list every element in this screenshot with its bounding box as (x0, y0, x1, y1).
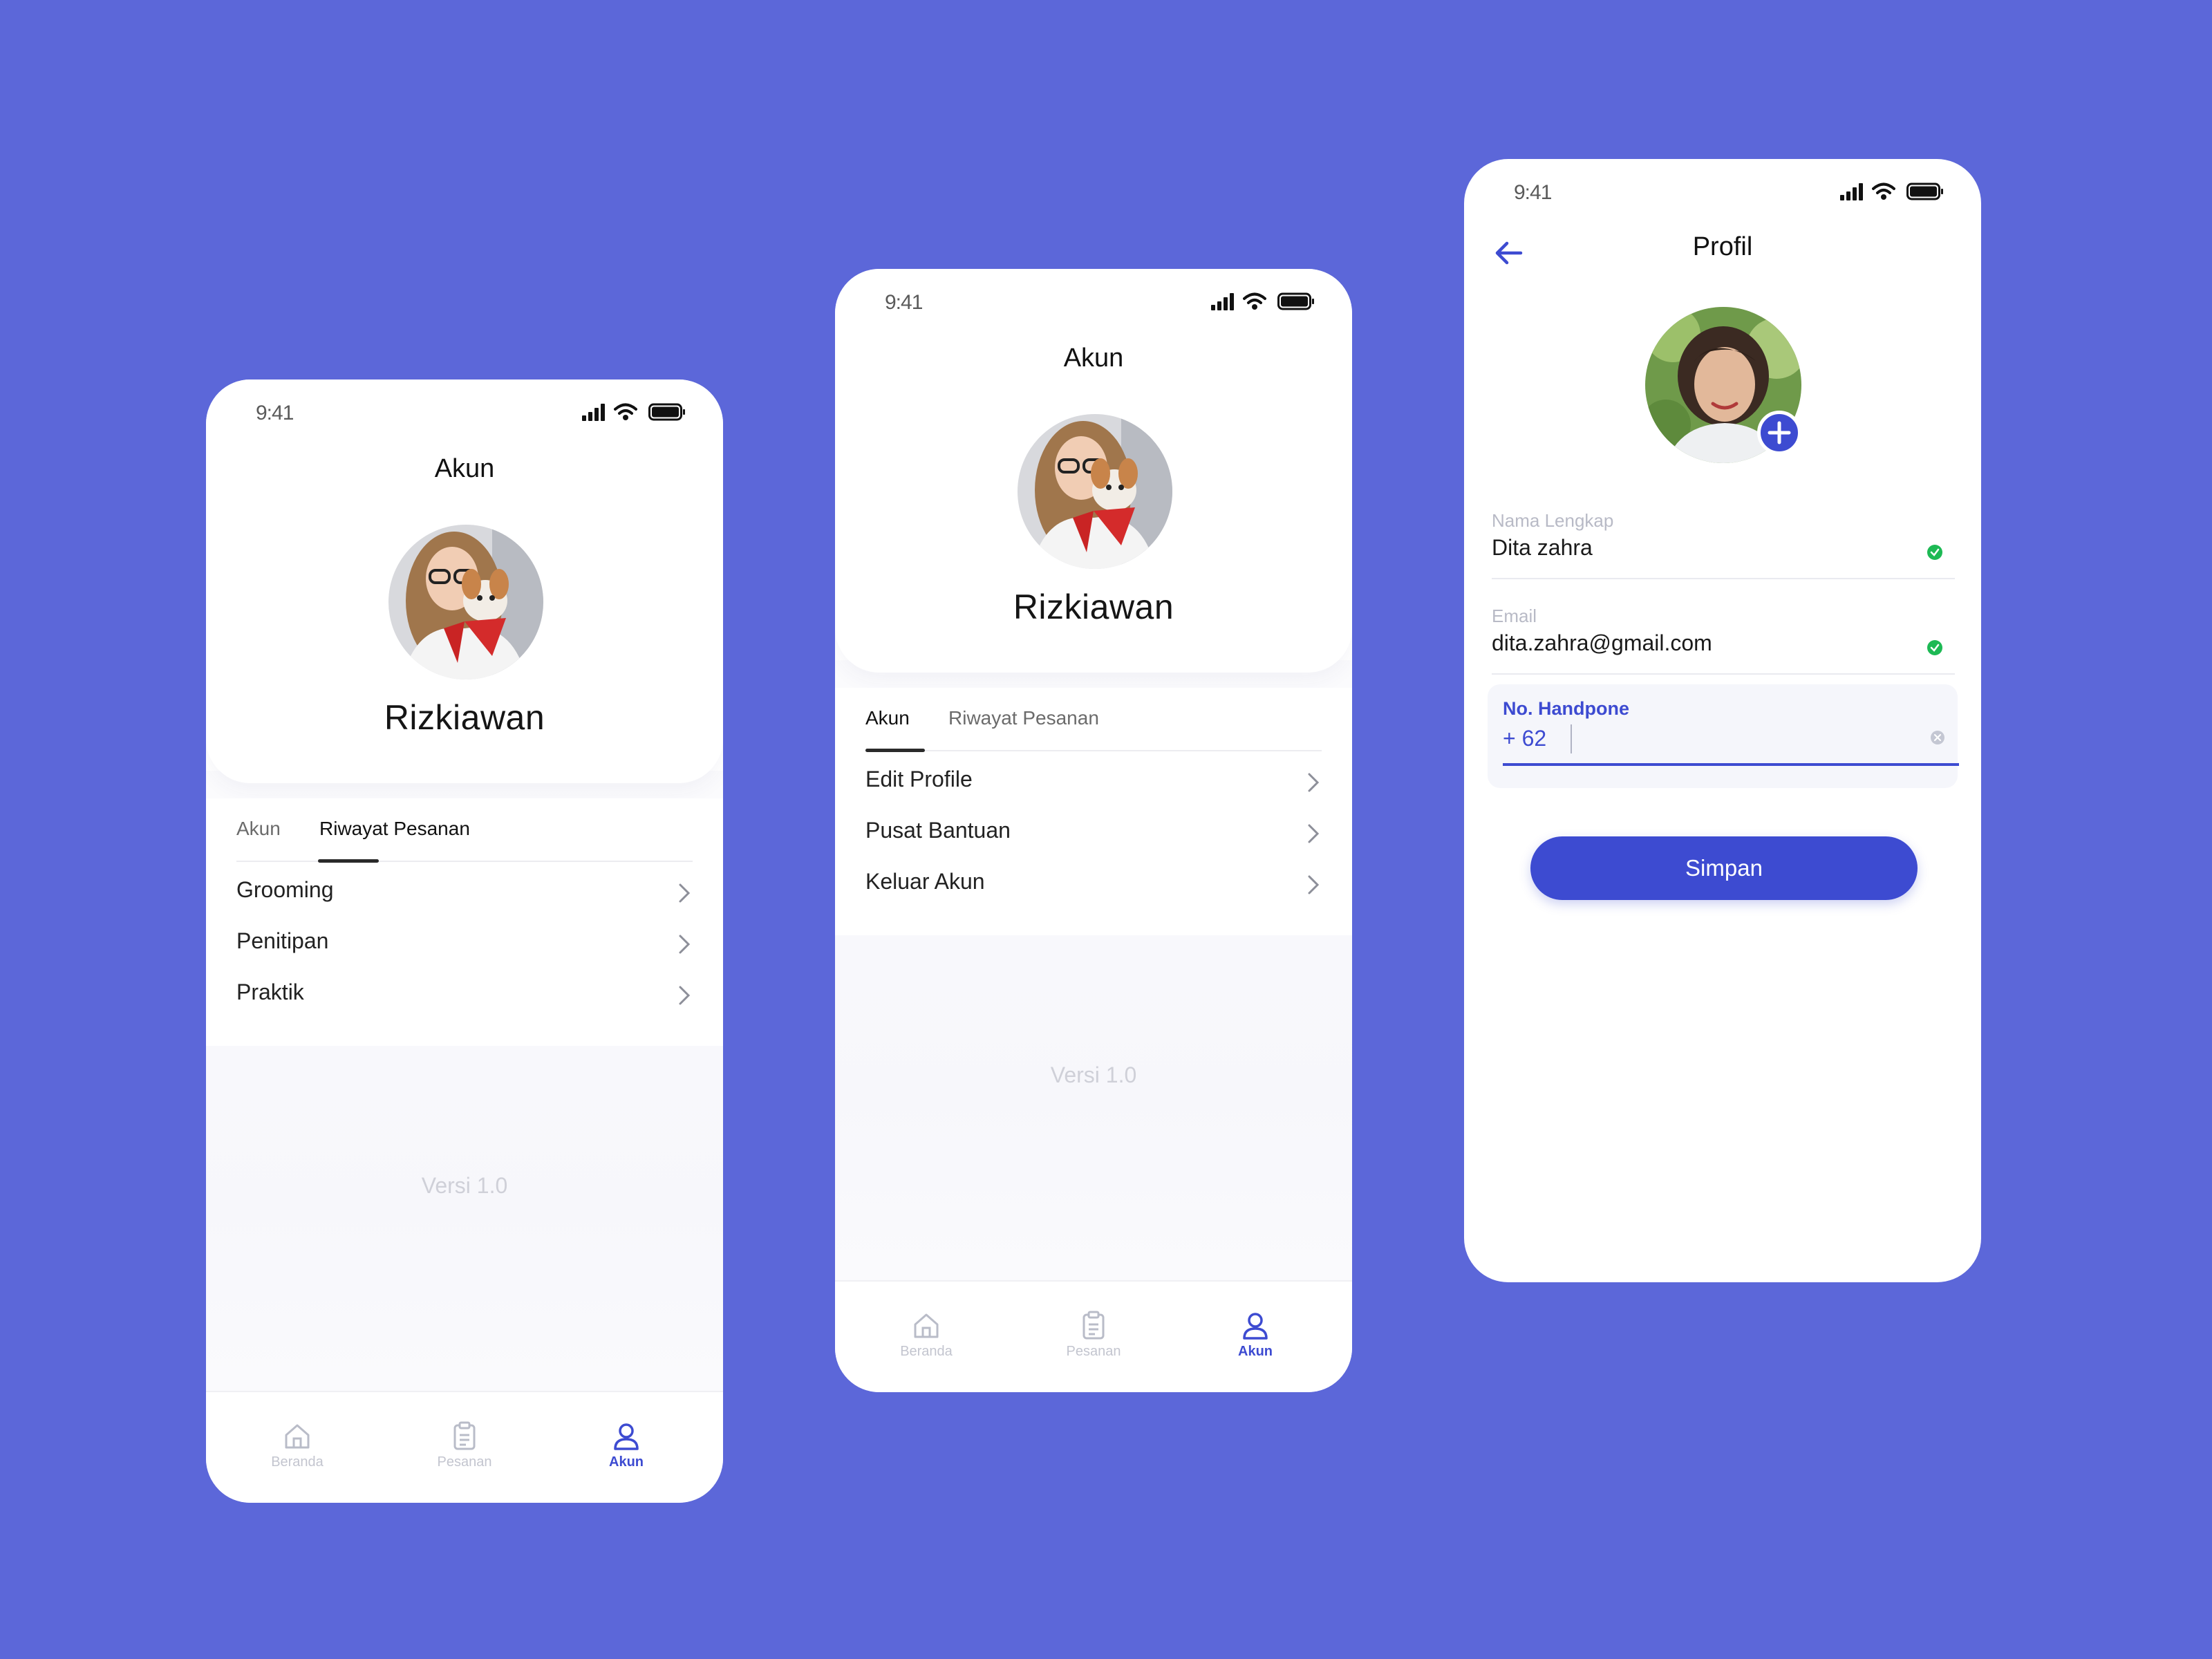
nav-pesanan[interactable]: Pesanan (1045, 1311, 1142, 1360)
nav-beranda[interactable]: Beranda (249, 1421, 346, 1470)
signal-icon (582, 404, 605, 421)
status-time: 9:41 (1514, 181, 1552, 204)
menu-item-label: Edit Profile (865, 767, 973, 791)
add-photo-button[interactable] (1757, 411, 1801, 455)
avatar (1018, 414, 1172, 569)
user-icon (614, 1423, 639, 1450)
profile-header: 9:41 Akun Rizkiawan (206, 379, 723, 783)
phone-field[interactable]: No. Handpone + 62 (1488, 684, 1959, 788)
field-label: Nama Lengkap (1492, 510, 1614, 531)
plus-icon (1768, 421, 1791, 444)
nav-akun[interactable]: Akun (1207, 1311, 1304, 1360)
avatar-photo (1018, 414, 1172, 569)
menu-item-label: Pusat Bantuan (865, 818, 1011, 843)
chevron-right-icon (679, 935, 691, 954)
tab-riwayat-pesanan[interactable]: Riwayat Pesanan (319, 818, 470, 840)
account-screen: 9:41 Akun Rizkiawan Akun Riwayat Pesanan… (835, 269, 1352, 1392)
email-field[interactable]: Email dita.zahra@gmail.com (1492, 606, 1955, 675)
wifi-icon (614, 403, 637, 420)
clipboard-icon (1082, 1311, 1105, 1340)
home-icon (914, 1313, 939, 1338)
tab-akun[interactable]: Akun (236, 818, 281, 840)
full-name-field[interactable]: Nama Lengkap Dita zahra (1492, 510, 1955, 579)
bottom-nav: Beranda Pesanan Akun (835, 1280, 1352, 1392)
clear-icon[interactable] (1930, 730, 1945, 745)
check-icon (1927, 640, 1942, 655)
clipboard-icon (453, 1421, 476, 1450)
save-button[interactable]: Simpan (1530, 836, 1918, 900)
chevron-right-icon (679, 883, 691, 903)
tab-akun[interactable]: Akun (865, 707, 910, 729)
wifi-icon (1872, 182, 1895, 200)
nav-label: Akun (609, 1454, 644, 1470)
field-divider (1492, 578, 1955, 579)
menu-item-label: Praktik (236, 980, 304, 1004)
active-tab-indicator (318, 859, 379, 863)
menu-item-label: Penitipan (236, 928, 329, 953)
menu-item-keluar-akun[interactable]: Keluar Akun (865, 859, 1322, 909)
signal-icon (1840, 183, 1863, 200)
account-menu: Akun Riwayat Pesanan Edit Profile Pusat … (835, 688, 1352, 935)
page-title: Akun (1063, 344, 1124, 373)
status-time: 9:41 (256, 402, 294, 424)
field-focus-underline (1503, 763, 1959, 766)
nav-label: Beranda (900, 1344, 953, 1359)
menu-item-label: Keluar Akun (865, 869, 985, 894)
field-label: Email (1492, 606, 1537, 626)
email-input[interactable]: dita.zahra@gmail.com (1492, 630, 1712, 656)
tab-riwayat-pesanan[interactable]: Riwayat Pesanan (948, 707, 1099, 729)
menu-item-label: Grooming (236, 877, 334, 902)
chevron-right-icon (1308, 875, 1320, 894)
text-cursor (1571, 724, 1572, 753)
account-history-screen: 9:41 Akun Rizkiawan Akun Riwayat Pesanan… (206, 379, 723, 1503)
nav-label: Pesanan (437, 1454, 492, 1470)
tab-bar: Akun Riwayat Pesanan (865, 688, 1322, 752)
nav-label: Pesanan (1066, 1344, 1121, 1359)
field-divider (1492, 673, 1955, 675)
wifi-icon (1243, 292, 1266, 310)
menu-item-grooming[interactable]: Grooming (236, 868, 693, 917)
menu-item-pusat-bantuan[interactable]: Pusat Bantuan (865, 808, 1322, 858)
chevron-right-icon (679, 986, 691, 1005)
page-title: Profil (1692, 232, 1753, 261)
nav-akun[interactable]: Akun (578, 1421, 675, 1470)
nav-pesanan[interactable]: Pesanan (416, 1421, 513, 1470)
app-version: Versi 1.0 (1050, 1062, 1137, 1087)
account-menu: Akun Riwayat Pesanan Grooming Penitipan … (206, 798, 723, 1046)
chevron-right-icon (1308, 824, 1320, 843)
edit-profile-screen: 9:41 Profil Nama Lengkap Dita zahra Emai… (1464, 159, 1981, 1282)
menu-item-praktik[interactable]: Praktik (236, 970, 693, 1020)
active-tab-indicator (865, 749, 925, 752)
battery-icon (1277, 292, 1314, 310)
menu-item-penitipan[interactable]: Penitipan (236, 919, 693, 968)
user-icon (1243, 1313, 1268, 1340)
bottom-nav: Beranda Pesanan Akun (206, 1391, 723, 1503)
nav-beranda[interactable]: Beranda (878, 1311, 975, 1360)
app-version: Versi 1.0 (421, 1173, 508, 1198)
avatar (388, 525, 543, 679)
field-label: No. Handpone (1503, 698, 1629, 719)
avatar-photo (388, 525, 543, 679)
nav-label: Beranda (271, 1454, 324, 1470)
chevron-right-icon (1308, 773, 1320, 792)
tab-bar: Akun Riwayat Pesanan (236, 798, 693, 863)
status-bar: 9:41 (206, 379, 723, 442)
home-icon (285, 1424, 310, 1449)
battery-icon (1906, 182, 1943, 200)
status-time: 9:41 (885, 291, 923, 314)
full-name-input[interactable]: Dita zahra (1492, 535, 1593, 561)
status-bar: 9:41 (835, 269, 1352, 331)
menu-item-edit-profile[interactable]: Edit Profile (865, 757, 1322, 807)
nav-label: Akun (1238, 1344, 1273, 1359)
signal-icon (1211, 293, 1234, 310)
check-icon (1927, 545, 1942, 560)
user-name: Rizkiawan (384, 698, 545, 737)
country-code-prefix: + 62 (1503, 726, 1547, 751)
profile-header: 9:41 Akun Rizkiawan (835, 269, 1352, 673)
user-name: Rizkiawan (1013, 588, 1174, 626)
battery-icon (648, 403, 685, 421)
status-bar: 9:41 (1464, 159, 1981, 221)
page-title: Akun (434, 454, 495, 483)
